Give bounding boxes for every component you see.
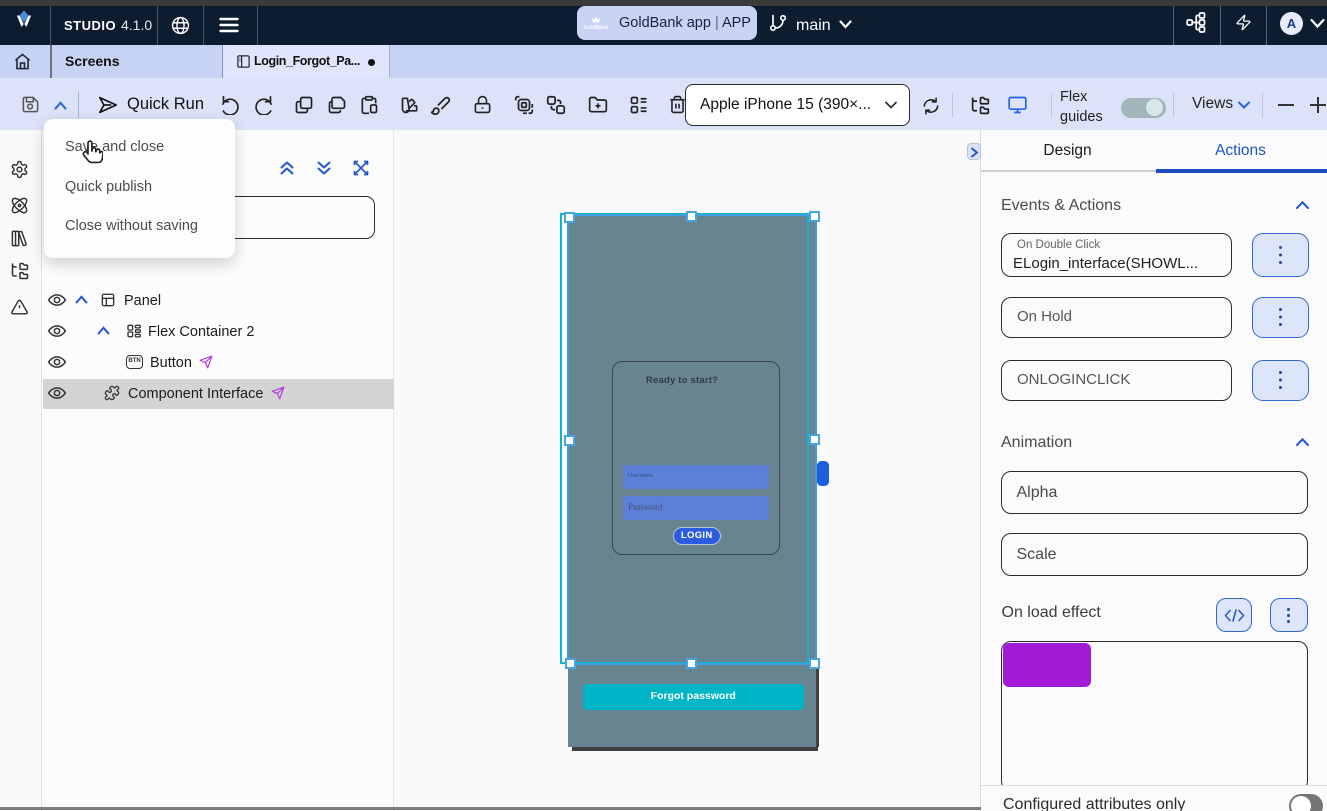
svg-text:GoldBank: GoldBank [584,25,609,31]
